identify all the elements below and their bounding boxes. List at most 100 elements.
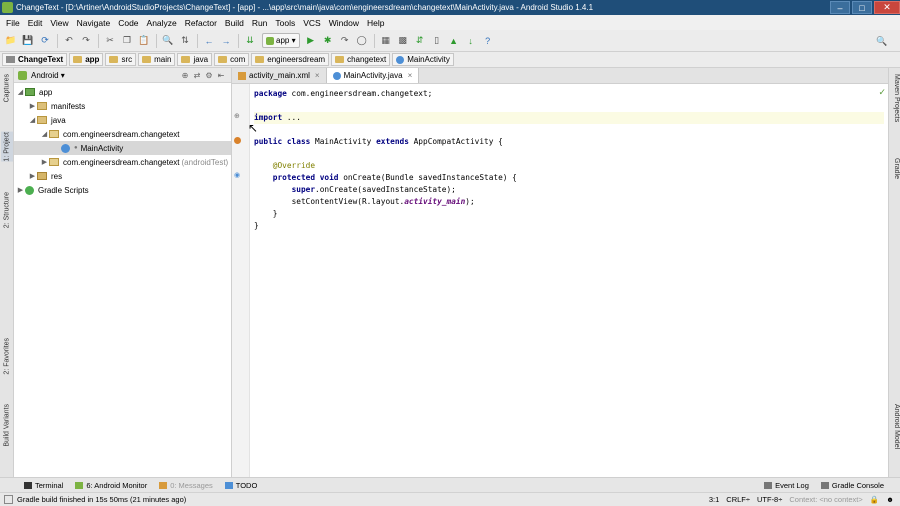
captures-tab[interactable]: Captures: [1, 74, 13, 102]
menu-file[interactable]: File: [2, 18, 24, 28]
collapsed-arrow-icon[interactable]: ▶: [16, 186, 25, 194]
maven-projects-tab[interactable]: Maven Projects: [890, 74, 900, 122]
menu-run[interactable]: Run: [248, 18, 272, 28]
menu-navigate[interactable]: Navigate: [73, 18, 115, 28]
tree-node-res[interactable]: ▶ res: [14, 169, 231, 183]
close-tab-icon[interactable]: ×: [408, 71, 413, 80]
expand-arrow-icon[interactable]: ◢: [16, 88, 25, 96]
tree-node-mainactivity[interactable]: ● MainActivity: [14, 141, 231, 155]
menu-code[interactable]: Code: [114, 18, 142, 28]
maximize-button[interactable]: □: [852, 1, 872, 14]
tree-node-package[interactable]: ◢ com.engineersdream.changetext: [14, 127, 231, 141]
android-device-monitor-icon[interactable]: ▲: [446, 33, 462, 49]
menu-analyze[interactable]: Analyze: [143, 18, 181, 28]
collapsed-arrow-icon[interactable]: ▶: [40, 158, 49, 166]
menu-window[interactable]: Window: [325, 18, 363, 28]
event-log-tab[interactable]: Event Log: [758, 481, 815, 490]
tab-activity-main-xml[interactable]: activity_main.xml ×: [232, 68, 327, 83]
tree-node-app[interactable]: ◢ app: [14, 85, 231, 99]
menu-edit[interactable]: Edit: [24, 18, 47, 28]
open-folder-icon[interactable]: 📁: [3, 33, 19, 49]
sync-icon[interactable]: ⟳: [37, 33, 53, 49]
run-configuration-select[interactable]: app ▾: [262, 33, 300, 48]
messages-tab[interactable]: 0: Messages: [153, 481, 219, 490]
caret-position[interactable]: 3:1: [709, 495, 719, 504]
find-icon[interactable]: 🔍: [160, 33, 176, 49]
debug-icon[interactable]: ✱: [320, 33, 336, 49]
menu-build[interactable]: Build: [221, 18, 248, 28]
attach-debugger-icon[interactable]: ↷: [337, 33, 353, 49]
forward-icon[interactable]: →: [218, 33, 234, 49]
copy-icon[interactable]: ❐: [119, 33, 135, 49]
minimize-button[interactable]: –: [830, 1, 850, 14]
menu-refactor[interactable]: Refactor: [181, 18, 221, 28]
breadcrumb-item-changetext[interactable]: changetext: [331, 53, 391, 66]
expand-arrow-icon[interactable]: ◢: [40, 130, 49, 138]
gradle-sync-icon[interactable]: ⇵: [412, 33, 428, 49]
menu-vcs[interactable]: VCS: [299, 18, 324, 28]
android-monitor-tab[interactable]: 6: Android Monitor: [69, 481, 153, 490]
scroll-from-source-icon[interactable]: ⊕: [179, 71, 191, 80]
file-encoding[interactable]: UTF-8÷: [757, 495, 782, 504]
terminal-tab[interactable]: Terminal: [18, 481, 69, 490]
android-model-tab[interactable]: Android Model: [890, 404, 900, 449]
tab-mainactivity-java[interactable]: MainActivity.java ×: [326, 68, 420, 83]
collapsed-arrow-icon[interactable]: ▶: [28, 172, 37, 180]
inspector-icon[interactable]: ☻: [886, 495, 894, 504]
avd-manager-icon[interactable]: ▯: [429, 33, 445, 49]
gradle-console-tab[interactable]: Gradle Console: [815, 481, 890, 490]
breadcrumb-item-app[interactable]: app: [69, 53, 104, 66]
gear-icon[interactable]: ⚙: [203, 71, 215, 80]
tree-node-gradle-scripts[interactable]: ▶ Gradle Scripts: [14, 183, 231, 197]
build-variants-tab[interactable]: Build Variants: [1, 404, 13, 447]
project-view-selector[interactable]: Android ▾: [18, 70, 65, 80]
menu-help[interactable]: Help: [363, 18, 388, 28]
breadcrumb-item-com[interactable]: com: [214, 53, 250, 66]
collapse-all-icon[interactable]: ⇄: [191, 71, 203, 80]
override-marker-icon[interactable]: [234, 137, 241, 144]
todo-tab[interactable]: TODO: [219, 481, 264, 490]
lock-icon[interactable]: 🔒: [870, 495, 879, 504]
replace-icon[interactable]: ⇅: [177, 33, 193, 49]
save-all-icon[interactable]: 💾: [20, 33, 36, 49]
fold-expand-icon[interactable]: ⊕: [234, 112, 244, 120]
structure-tab[interactable]: 2: Structure: [1, 192, 13, 228]
tool-windows-toggle-icon[interactable]: [4, 495, 13, 504]
tree-node-java[interactable]: ◢ java: [14, 113, 231, 127]
search-everywhere-icon[interactable]: 🔍: [874, 33, 890, 49]
undo-icon[interactable]: ↶: [61, 33, 77, 49]
cut-icon[interactable]: ✂: [102, 33, 118, 49]
tree-node-package-androidtest[interactable]: ▶ com.engineersdream.changetext (android…: [14, 155, 231, 169]
menu-view[interactable]: View: [46, 18, 72, 28]
hide-panel-icon[interactable]: ⇤: [215, 71, 227, 80]
project-tab[interactable]: 1: Project: [1, 132, 13, 162]
help-icon[interactable]: ?: [480, 33, 496, 49]
override-method-icon[interactable]: ◉: [234, 171, 244, 179]
breadcrumb-item-project[interactable]: ChangeText: [2, 53, 68, 66]
close-tab-icon[interactable]: ×: [315, 71, 320, 80]
line-separator[interactable]: CRLF÷: [726, 495, 750, 504]
paste-icon[interactable]: 📋: [136, 33, 152, 49]
breadcrumb-item-main[interactable]: main: [138, 53, 176, 66]
sdk-manager-icon[interactable]: ▩: [395, 33, 411, 49]
favorites-tab[interactable]: 2: Favorites: [1, 338, 13, 375]
back-icon[interactable]: ←: [201, 33, 217, 49]
redo-icon[interactable]: ↷: [78, 33, 94, 49]
profile-icon[interactable]: ◯: [354, 33, 370, 49]
tree-node-manifests[interactable]: ▶ manifests: [14, 99, 231, 113]
make-project-icon[interactable]: ⇊: [242, 33, 258, 49]
project-structure-icon[interactable]: ▦: [378, 33, 394, 49]
collapsed-arrow-icon[interactable]: ▶: [28, 102, 37, 110]
expand-arrow-icon[interactable]: ◢: [28, 116, 37, 124]
breadcrumb-item-src[interactable]: src: [105, 53, 137, 66]
code-editor[interactable]: ⊕ ◉ package com.engineersdream.changetex…: [232, 84, 888, 477]
breadcrumb-item-java[interactable]: java: [177, 53, 213, 66]
close-button[interactable]: ✕: [874, 1, 900, 14]
gradle-tab[interactable]: Gradle: [890, 158, 900, 179]
menu-tools[interactable]: Tools: [271, 18, 299, 28]
breadcrumb-item-mainactivity[interactable]: MainActivity: [392, 53, 454, 66]
res-folder-icon: [37, 172, 47, 180]
breadcrumb-item-engineersdream[interactable]: engineersdream: [251, 53, 330, 66]
sdk-download-icon[interactable]: ↓: [463, 33, 479, 49]
run-icon[interactable]: ▶: [303, 33, 319, 49]
